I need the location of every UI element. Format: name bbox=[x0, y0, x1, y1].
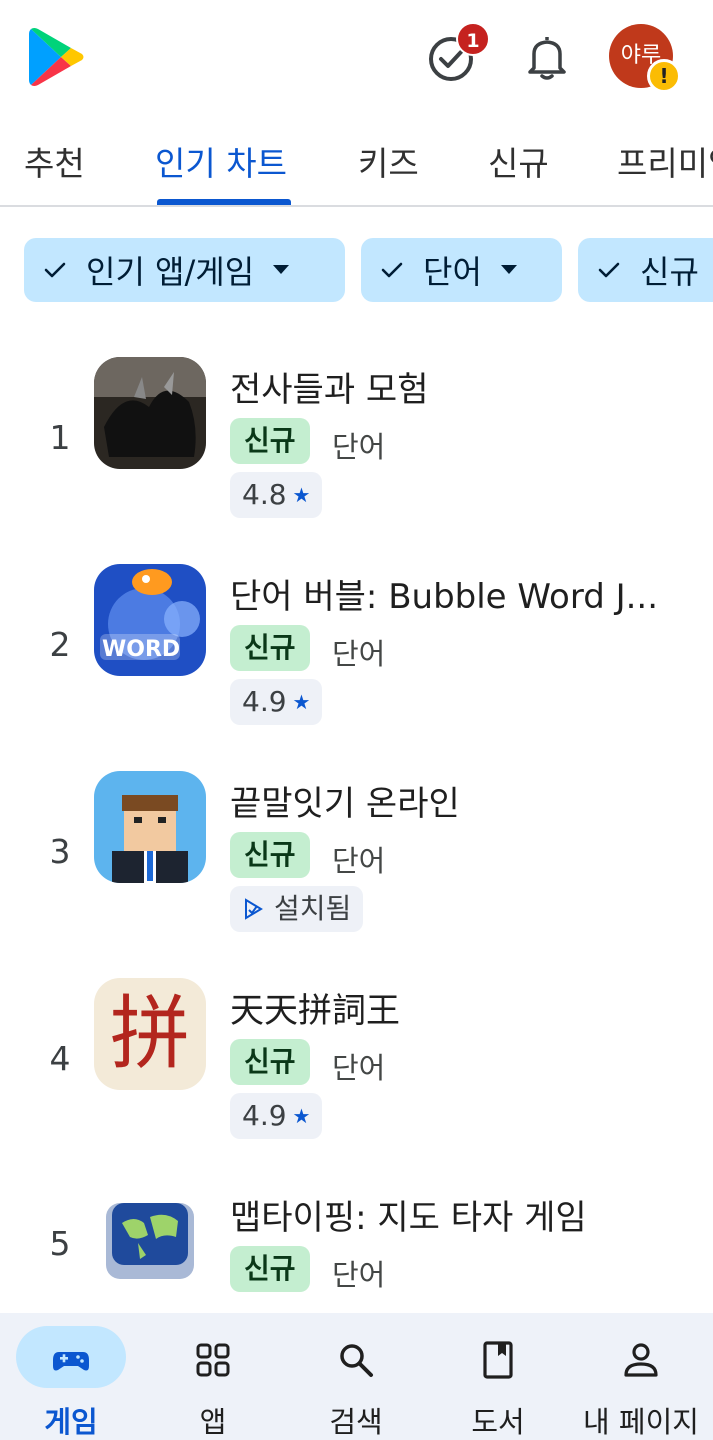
rating-chip: 4.9 ★ bbox=[230, 679, 323, 725]
app-title: 끝말잇기 온라인 bbox=[230, 784, 460, 824]
rating-value: 4.8 bbox=[242, 478, 287, 511]
app-icon-map-typing bbox=[94, 1185, 206, 1297]
app-icon-warriors bbox=[94, 357, 206, 469]
new-badge: 신규 bbox=[230, 832, 310, 878]
notification-count-badge: 1 bbox=[456, 22, 490, 56]
tab-new[interactable]: 신규 bbox=[488, 137, 549, 185]
check-icon bbox=[381, 262, 403, 278]
nav-my-page[interactable]: 내 페이지 bbox=[570, 1313, 712, 1440]
chip-label: 인기 앱/게임 bbox=[86, 253, 255, 291]
rating-value: 4.9 bbox=[242, 685, 287, 718]
app-title: 단어 버블: Bubble Word J... bbox=[230, 577, 659, 617]
app-list-item[interactable]: 4 拼 天天拼詞王 신규 단어 4.9 ★ bbox=[0, 951, 713, 1151]
rank-number: 4 bbox=[49, 1039, 71, 1078]
nav-label: 내 페이지 bbox=[583, 1405, 699, 1439]
app-title: 전사들과 모험 bbox=[230, 370, 429, 410]
app-icon-pin-ci-wang: 拼 bbox=[94, 978, 206, 1090]
rank-number: 1 bbox=[49, 418, 71, 457]
rating-chip: 4.8 ★ bbox=[230, 472, 323, 518]
bottom-navigation: 게임 앱 검색 도서 내 페이지 bbox=[0, 1313, 713, 1440]
nav-label: 앱 bbox=[199, 1405, 227, 1439]
nav-apps[interactable]: 앱 bbox=[142, 1313, 284, 1440]
nav-search[interactable]: 검색 bbox=[285, 1313, 427, 1440]
app-title: 天天拼詞王 bbox=[230, 991, 400, 1031]
app-genre: 단어 bbox=[332, 1051, 386, 1085]
installed-chip: 설치됨 bbox=[230, 886, 364, 932]
rating-value: 4.9 bbox=[242, 1099, 287, 1132]
installed-status: 설치됨 bbox=[274, 892, 352, 925]
category-tabs: 추천 인기 차트 키즈 신규 프리미엄 bbox=[0, 115, 713, 207]
book-icon bbox=[483, 1341, 513, 1379]
rank-number: 3 bbox=[49, 832, 71, 871]
app-list-item[interactable]: 2 WORD 단어 버블: Bubble Word J... 신규 단어 4.9… bbox=[0, 537, 713, 737]
app-genre: 단어 bbox=[332, 637, 386, 671]
gamepad-icon bbox=[53, 1352, 89, 1371]
top-app-bar: 1 야루 ! bbox=[0, 0, 713, 115]
rating-chip: 4.9 ★ bbox=[230, 1093, 323, 1139]
app-list-item[interactable]: 1 전사들과 모험 신규 단어 4.8 ★ bbox=[0, 330, 713, 530]
app-title: 맵타이핑: 지도 타자 게임 bbox=[230, 1198, 587, 1238]
check-icon bbox=[598, 262, 620, 278]
app-icon-word-chain bbox=[94, 771, 206, 883]
tab-top-charts[interactable]: 인기 차트 bbox=[155, 137, 287, 185]
nav-books[interactable]: 도서 bbox=[427, 1313, 569, 1440]
apps-grid-icon bbox=[196, 1343, 230, 1377]
nav-label: 게임 bbox=[44, 1405, 98, 1439]
chip-label: 단어 bbox=[423, 253, 482, 291]
tab-premium[interactable]: 프리미엄 bbox=[617, 137, 713, 185]
genre-filter-chip[interactable]: 단어 bbox=[361, 238, 562, 302]
nav-label: 검색 bbox=[329, 1405, 383, 1439]
app-icon-word-bubble: WORD bbox=[94, 564, 206, 676]
rank-number: 2 bbox=[49, 625, 71, 664]
active-tab-indicator bbox=[157, 199, 291, 205]
new-filter-chip[interactable]: 신규 bbox=[578, 238, 713, 302]
star-icon: ★ bbox=[292, 1104, 311, 1128]
new-badge: 신규 bbox=[230, 1246, 310, 1292]
rank-number: 5 bbox=[49, 1224, 71, 1263]
new-badge: 신규 bbox=[230, 625, 310, 671]
account-warning-icon: ! bbox=[647, 59, 681, 93]
person-icon bbox=[624, 1343, 658, 1377]
check-icon bbox=[44, 262, 66, 278]
star-icon: ★ bbox=[292, 690, 311, 714]
search-icon bbox=[340, 1344, 373, 1377]
dropdown-arrow-icon bbox=[500, 265, 517, 274]
google-play-logo[interactable] bbox=[28, 26, 86, 88]
nav-games[interactable]: 게임 bbox=[0, 1313, 142, 1440]
dropdown-arrow-icon bbox=[273, 265, 290, 274]
play-installed-icon bbox=[245, 898, 263, 920]
app-genre: 단어 bbox=[332, 430, 386, 464]
new-badge: 신규 bbox=[230, 418, 310, 464]
app-list-item[interactable]: 3 끝말잇기 온라인 신규 단어 설치됨 bbox=[0, 744, 713, 944]
chip-label: 신규 bbox=[640, 253, 699, 291]
new-badge: 신규 bbox=[230, 1039, 310, 1085]
chart-type-filter-chip[interactable]: 인기 앱/게임 bbox=[24, 238, 345, 302]
svg-text:WORD: WORD bbox=[102, 637, 180, 662]
nav-label: 도서 bbox=[471, 1405, 525, 1439]
tab-recommended[interactable]: 추천 bbox=[24, 137, 85, 185]
filter-chip-row: 인기 앱/게임 단어 신규 bbox=[0, 238, 713, 302]
app-genre: 단어 bbox=[332, 844, 386, 878]
star-icon: ★ bbox=[292, 483, 311, 507]
tab-kids[interactable]: 키즈 bbox=[358, 137, 419, 185]
bell-icon[interactable] bbox=[526, 34, 568, 80]
app-genre: 단어 bbox=[332, 1258, 386, 1292]
